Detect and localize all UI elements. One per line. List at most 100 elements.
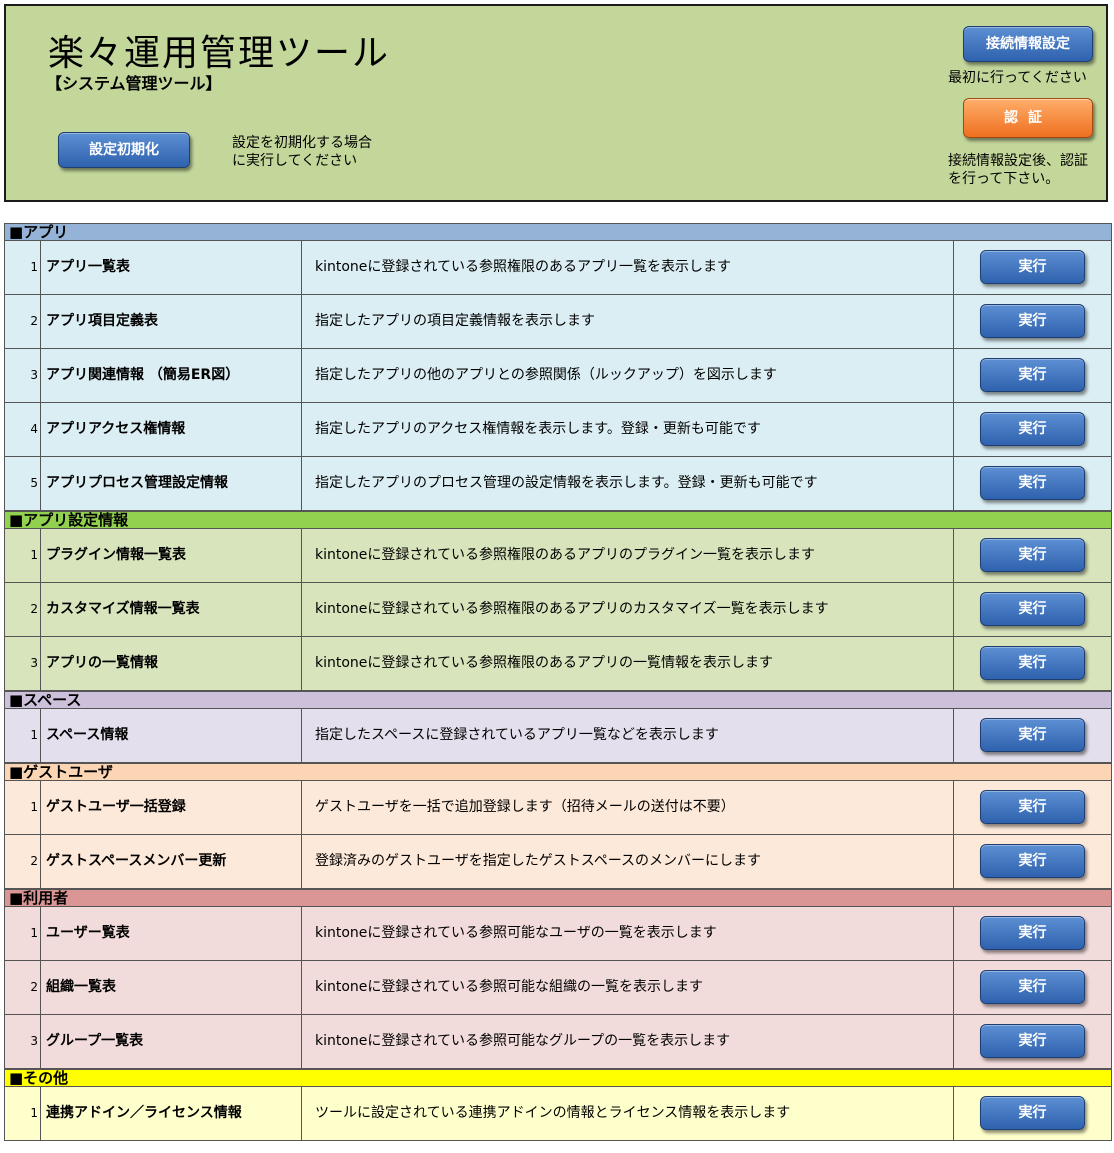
function-name: 連携アドイン／ライセンス情報 bbox=[41, 1087, 302, 1140]
function-name: アプリ関連情報 （簡易ER図） bbox=[41, 349, 302, 402]
reset-note-line1: 設定を初期化する場合 bbox=[232, 135, 372, 151]
run-button[interactable]: 実行 bbox=[980, 466, 1085, 500]
run-button[interactable]: 実行 bbox=[980, 250, 1085, 284]
function-description: 指定したスペースに登録されているアプリ一覧などを表示します bbox=[302, 709, 954, 762]
function-row: 2 組織一覧表 kintoneに登録されている参照可能な組織の一覧を表示します 実行 bbox=[4, 961, 1112, 1015]
action-cell: 実行 bbox=[954, 709, 1111, 762]
row-number: 2 bbox=[5, 295, 41, 348]
row-number: 3 bbox=[5, 349, 41, 402]
function-description: kintoneに登録されている参照権限のあるアプリ一覧を表示します bbox=[302, 241, 954, 294]
run-button[interactable]: 実行 bbox=[980, 358, 1085, 392]
row-number: 3 bbox=[5, 1015, 41, 1068]
run-button[interactable]: 実行 bbox=[980, 412, 1085, 446]
row-number: 1 bbox=[5, 781, 41, 834]
reset-note-line2: に実行してください bbox=[232, 153, 358, 169]
function-description: kintoneに登録されている参照可能なグループの一覧を表示します bbox=[302, 1015, 954, 1068]
connection-settings-button[interactable]: 接続情報設定 bbox=[963, 26, 1093, 62]
reset-note: 設定を初期化する場合 に実行してください bbox=[232, 134, 372, 170]
action-cell: 実行 bbox=[954, 583, 1111, 636]
auth-note-line1: 接続情報設定後、認証 bbox=[948, 153, 1088, 169]
function-row: 3 グループ一覧表 kintoneに登録されている参照可能なグループの一覧を表示しま… bbox=[4, 1015, 1112, 1069]
function-description: kintoneに登録されている参照可能な組織の一覧を表示します bbox=[302, 961, 954, 1014]
row-number: 3 bbox=[5, 637, 41, 690]
run-button[interactable]: 実行 bbox=[980, 304, 1085, 338]
function-name: ゲストユーザ一括登録 bbox=[41, 781, 302, 834]
run-button[interactable]: 実行 bbox=[980, 844, 1085, 878]
section-header: ■その他 bbox=[4, 1069, 1112, 1087]
action-cell: 実行 bbox=[954, 457, 1111, 510]
run-button[interactable]: 実行 bbox=[980, 592, 1085, 626]
action-cell: 実行 bbox=[954, 241, 1111, 294]
row-number: 5 bbox=[5, 457, 41, 510]
auth-note-line2: を行って下さい。 bbox=[948, 171, 1060, 187]
function-row: 1 ゲストユーザ一括登録 ゲストユーザを一括で追加登録します（招待メールの送付は不要… bbox=[4, 781, 1112, 835]
action-cell: 実行 bbox=[954, 637, 1111, 690]
run-button[interactable]: 実行 bbox=[980, 538, 1085, 572]
row-number: 1 bbox=[5, 907, 41, 960]
row-number: 1 bbox=[5, 241, 41, 294]
function-name: 組織一覧表 bbox=[41, 961, 302, 1014]
row-number: 1 bbox=[5, 709, 41, 762]
function-description: ゲストユーザを一括で追加登録します（招待メールの送付は不要） bbox=[302, 781, 954, 834]
function-name: アプリプロセス管理設定情報 bbox=[41, 457, 302, 510]
function-name: ゲストスペースメンバー更新 bbox=[41, 835, 302, 888]
run-button[interactable]: 実行 bbox=[980, 646, 1085, 680]
section-header: ■スペース bbox=[4, 691, 1112, 709]
run-button[interactable]: 実行 bbox=[980, 916, 1085, 950]
row-number: 1 bbox=[5, 1087, 41, 1140]
function-name: カスタマイズ情報一覧表 bbox=[41, 583, 302, 636]
function-row: 2 アプリ項目定義表 指定したアプリの項目定義情報を表示します 実行 bbox=[4, 295, 1112, 349]
app-subtitle: 【システム管理ツール】 bbox=[46, 74, 222, 93]
function-description: kintoneに登録されている参照権限のあるアプリのプラグイン一覧を表示します bbox=[302, 529, 954, 582]
function-description: 指定したアプリのアクセス権情報を表示します。登録・更新も可能です bbox=[302, 403, 954, 456]
authenticate-button[interactable]: 認証 bbox=[963, 98, 1093, 138]
function-description: 指定したアプリのプロセス管理の設定情報を表示します。登録・更新も可能です bbox=[302, 457, 954, 510]
auth-note: 接続情報設定後、認証 を行って下さい。 bbox=[948, 152, 1088, 188]
action-cell: 実行 bbox=[954, 835, 1111, 888]
action-cell: 実行 bbox=[954, 907, 1111, 960]
action-cell: 実行 bbox=[954, 1015, 1111, 1068]
function-row: 3 アプリ関連情報 （簡易ER図） 指定したアプリの他のアプリとの参照関係（ルックア… bbox=[4, 349, 1112, 403]
function-name: アプリアクセス権情報 bbox=[41, 403, 302, 456]
function-description: kintoneに登録されている参照権限のあるアプリの一覧情報を表示します bbox=[302, 637, 954, 690]
section-header: ■利用者 bbox=[4, 889, 1112, 907]
function-row: 1 連携アドイン／ライセンス情報 ツールに設定されている連携アドインの情報とライセン… bbox=[4, 1087, 1112, 1141]
run-button[interactable]: 実行 bbox=[980, 970, 1085, 1004]
function-description: 指定したアプリの項目定義情報を表示します bbox=[302, 295, 954, 348]
action-cell: 実行 bbox=[954, 349, 1111, 402]
row-number: 1 bbox=[5, 529, 41, 582]
action-cell: 実行 bbox=[954, 1087, 1111, 1140]
row-number: 2 bbox=[5, 583, 41, 636]
reset-settings-button[interactable]: 設定初期化 bbox=[58, 132, 190, 168]
function-row: 5 アプリプロセス管理設定情報 指定したアプリのプロセス管理の設定情報を表示します。… bbox=[4, 457, 1112, 511]
function-description: ツールに設定されている連携アドインの情報とライセンス情報を表示します bbox=[302, 1087, 954, 1140]
row-number: 2 bbox=[5, 961, 41, 1014]
function-name: プラグイン情報一覧表 bbox=[41, 529, 302, 582]
function-row: 4 アプリアクセス権情報 指定したアプリのアクセス権情報を表示します。登録・更新も可… bbox=[4, 403, 1112, 457]
function-name: アプリ項目定義表 bbox=[41, 295, 302, 348]
function-description: kintoneに登録されている参照権限のあるアプリのカスタマイズ一覧を表示します bbox=[302, 583, 954, 636]
run-button[interactable]: 実行 bbox=[980, 790, 1085, 824]
function-name: スペース情報 bbox=[41, 709, 302, 762]
function-row: 1 プラグイン情報一覧表 kintoneに登録されている参照権限のあるアプリのプラグ… bbox=[4, 529, 1112, 583]
action-cell: 実行 bbox=[954, 961, 1111, 1014]
function-name: アプリ一覧表 bbox=[41, 241, 302, 294]
function-name: ユーザー覧表 bbox=[41, 907, 302, 960]
function-name: グループ一覧表 bbox=[41, 1015, 302, 1068]
row-number: 4 bbox=[5, 403, 41, 456]
run-button[interactable]: 実行 bbox=[980, 1024, 1085, 1058]
run-button[interactable]: 実行 bbox=[980, 718, 1085, 752]
app-title: 楽々運用管理ツール bbox=[48, 33, 391, 74]
function-row: 1 スペース情報 指定したスペースに登録されているアプリ一覧などを表示します 実行 bbox=[4, 709, 1112, 763]
function-description: kintoneに登録されている参照可能なユーザの一覧を表示します bbox=[302, 907, 954, 960]
section-header: ■ゲストユーザ bbox=[4, 763, 1112, 781]
function-row: 1 ユーザー覧表 kintoneに登録されている参照可能なユーザの一覧を表示します実… bbox=[4, 907, 1112, 961]
function-row: 1 アプリ一覧表 kintoneに登録されている参照権限のあるアプリ一覧を表示します… bbox=[4, 241, 1112, 295]
row-number: 2 bbox=[5, 835, 41, 888]
connection-note: 最初に行ってください bbox=[948, 70, 1087, 86]
function-description: 登録済みのゲストユーザを指定したゲストスペースのメンバーにします bbox=[302, 835, 954, 888]
function-description: 指定したアプリの他のアプリとの参照関係（ルックアップ）を図示します bbox=[302, 349, 954, 402]
action-cell: 実行 bbox=[954, 295, 1111, 348]
run-button[interactable]: 実行 bbox=[980, 1096, 1085, 1130]
function-name: アプリの一覧情報 bbox=[41, 637, 302, 690]
